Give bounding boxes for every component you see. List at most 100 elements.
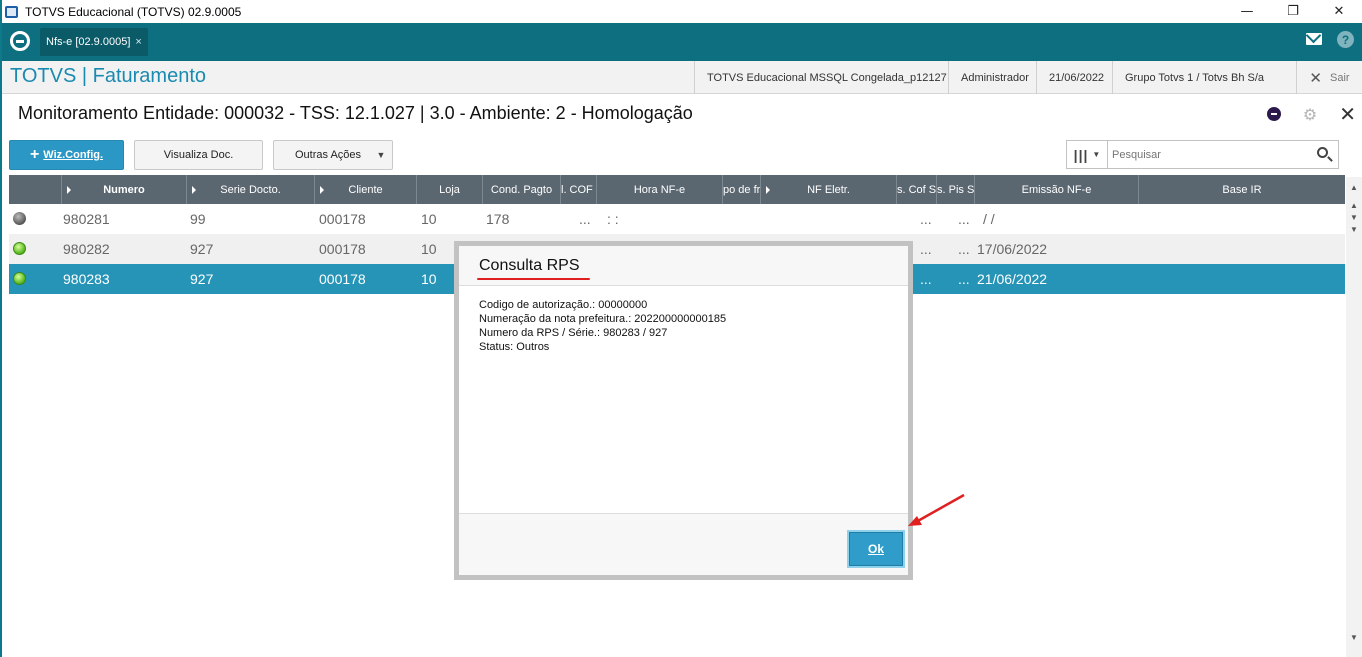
window-close-button[interactable]: ✕ — [1316, 0, 1362, 23]
sort-arrow-icon — [192, 186, 196, 194]
close-icon[interactable]: ✕ — [1339, 102, 1356, 126]
vertical-scrollbar[interactable]: ▲ ▲ ▼ ▼ ▼ — [1346, 177, 1362, 657]
outras-acoes-label: Outras Ações — [295, 149, 362, 161]
header-tipo-frete[interactable]: po de fr — [723, 175, 761, 204]
header-cond-pagto[interactable]: Cond. Pagto — [483, 175, 561, 204]
visualiza-doc-label: Visualiza Doc. — [163, 149, 234, 161]
mail-icon[interactable] — [1306, 33, 1322, 45]
dialog-line-rps: Numero da RPS / Série.: 980283 / 927 — [479, 327, 668, 339]
cell-cliente: 000178 — [319, 241, 366, 257]
tab-nfse[interactable]: Nfs-e [02.9.0005] × — [40, 28, 148, 56]
cell-cof-s: ... — [920, 271, 932, 287]
cell-numero: 980281 — [63, 211, 110, 227]
cell-hora: : : — [607, 211, 619, 227]
company-info: Grupo Totvs 1 / Totvs Bh S/a — [1112, 61, 1276, 94]
cell-cond: 178 — [486, 211, 510, 227]
header-serie[interactable]: Serie Docto. — [187, 175, 315, 204]
dialog-title: Consulta RPS — [479, 257, 580, 274]
cell-serie: 927 — [190, 271, 214, 287]
header-loja[interactable]: Loja — [417, 175, 483, 204]
app-window-icon — [5, 5, 18, 18]
page-title: Monitoramento Entidade: 000032 - TSS: 12… — [18, 103, 693, 123]
cell-serie: 927 — [190, 241, 214, 257]
date-info: 21/06/2022 — [1036, 61, 1116, 94]
exit-label: Sair — [1330, 71, 1350, 84]
cell-pis-s: ... — [958, 271, 970, 287]
search-input[interactable] — [1112, 144, 1312, 165]
grid-header: Numero Serie Docto. Cliente Loja Cond. P… — [9, 175, 1345, 204]
header-cliente[interactable]: Cliente — [315, 175, 417, 204]
sort-arrow-icon — [766, 186, 770, 194]
status-green-icon — [13, 242, 26, 255]
header-cof[interactable]: l. COF S — [561, 175, 597, 204]
consulta-rps-dialog: Consulta RPS Codigo de autorização.: 000… — [454, 241, 913, 580]
header-pis-s[interactable]: s. Pis S — [937, 175, 975, 204]
header-icons: ⚙ ✕ — [1266, 100, 1362, 128]
totvs-logo-icon[interactable] — [10, 31, 30, 51]
search-icon[interactable] — [1317, 147, 1328, 158]
environment-info: TOTVS Educacional MSSQL Congelada_p12127 — [694, 61, 959, 94]
sort-arrow-icon — [67, 186, 71, 194]
status-gray-icon — [13, 212, 26, 225]
status-green-icon — [13, 272, 26, 285]
window-title: TOTVS Educacional (TOTVS) 02.9.0005 — [25, 4, 242, 19]
plus-icon: + — [29, 146, 40, 163]
dialog-line-codigo: Codigo de autorização.: 00000000 — [479, 299, 648, 311]
cell-cof-s: ... — [920, 211, 932, 227]
header-base-ir[interactable]: Base IR — [1139, 175, 1345, 204]
scroll-down-small-icon[interactable]: ▼ — [1346, 221, 1362, 237]
help-icon[interactable]: ? — [1337, 31, 1354, 48]
visualiza-doc-button[interactable]: Visualiza Doc. — [134, 140, 263, 170]
dialog-line-numeracao: Numeração da nota prefeitura.: 202200000… — [479, 313, 727, 325]
columns-icon: ||| — [1073, 146, 1089, 163]
cell-numero: 980283 — [63, 271, 110, 287]
ok-label: Ok — [867, 542, 884, 556]
dropdown-caret-icon: ▼ — [376, 150, 386, 160]
dialog-panel: Consulta RPS Codigo de autorização.: 000… — [459, 246, 908, 575]
module-title: TOTVS | Faturamento — [10, 65, 207, 87]
wiz-config-button[interactable]: + Wiz.Config. — [9, 140, 124, 170]
dialog-header: Consulta RPS — [459, 246, 908, 286]
ok-button[interactable]: Ok — [849, 532, 903, 566]
cell-emissao: 21/06/2022 — [977, 271, 1048, 287]
sort-arrow-icon — [320, 186, 324, 194]
exit-button[interactable]: ✕ Sair — [1296, 61, 1362, 94]
cell-pis-s: ... — [958, 211, 970, 227]
exit-icon: ✕ — [1309, 69, 1322, 87]
window-controls: — ❐ ✕ — [1224, 0, 1362, 23]
tab-nfse-label: Nfs-e [02.9.0005] — [46, 36, 131, 48]
header-emissao[interactable]: Emissão NF-e — [975, 175, 1139, 204]
tab-close-icon[interactable]: × — [135, 36, 141, 48]
columns-caret-icon: ▼ — [1092, 150, 1101, 159]
header-cof-s[interactable]: s. Cof S — [897, 175, 937, 204]
app-tab-bar: Nfs-e [02.9.0005] × ? — [2, 23, 1362, 61]
cell-loja: 10 — [421, 271, 437, 287]
cell-emissao: 17/06/2022 — [977, 241, 1048, 257]
header-hora[interactable]: Hora NF-e — [597, 175, 723, 204]
header-numero[interactable]: Numero — [62, 175, 187, 204]
red-underline-annotation — [477, 278, 590, 280]
restore-button[interactable]: ❐ — [1270, 0, 1316, 23]
cell-cliente: 000178 — [319, 211, 366, 227]
cell-cof-s: ... — [920, 241, 932, 257]
scroll-up-icon[interactable]: ▲ — [1346, 179, 1362, 195]
minimize-button[interactable]: — — [1224, 0, 1270, 23]
dialog-footer: Ok — [459, 513, 908, 575]
dialog-body: Codigo de autorização.: 00000000 Numeraç… — [479, 298, 726, 354]
dialog-line-status: Status: Outros — [479, 341, 550, 353]
header-nf-eletr[interactable]: NF Eletr. — [761, 175, 897, 204]
red-arrow-annotation — [908, 493, 965, 526]
window-titlebar: TOTVS Educacional (TOTVS) 02.9.0005 — ❐ … — [2, 0, 1362, 23]
cell-numero: 980282 — [63, 241, 110, 257]
table-row[interactable]: 980281 99 000178 10 178 ... : : ... ... … — [9, 204, 1345, 234]
cell-loja: 10 — [421, 211, 437, 227]
gear-icon[interactable]: ⚙ — [1303, 105, 1317, 124]
module-header: TOTVS | Faturamento TOTVS Educacional MS… — [2, 61, 1362, 94]
outras-acoes-dropdown[interactable]: Outras Ações ▼ — [273, 140, 393, 170]
column-selector-button[interactable]: ||| ▼ — [1067, 141, 1108, 168]
cell-emissao: / / — [983, 211, 995, 227]
user-info: Administrador — [948, 61, 1041, 94]
scroll-down-icon[interactable]: ▼ — [1346, 629, 1362, 645]
cell-loja: 10 — [421, 241, 437, 257]
minimize-circle-icon[interactable] — [1266, 107, 1281, 121]
